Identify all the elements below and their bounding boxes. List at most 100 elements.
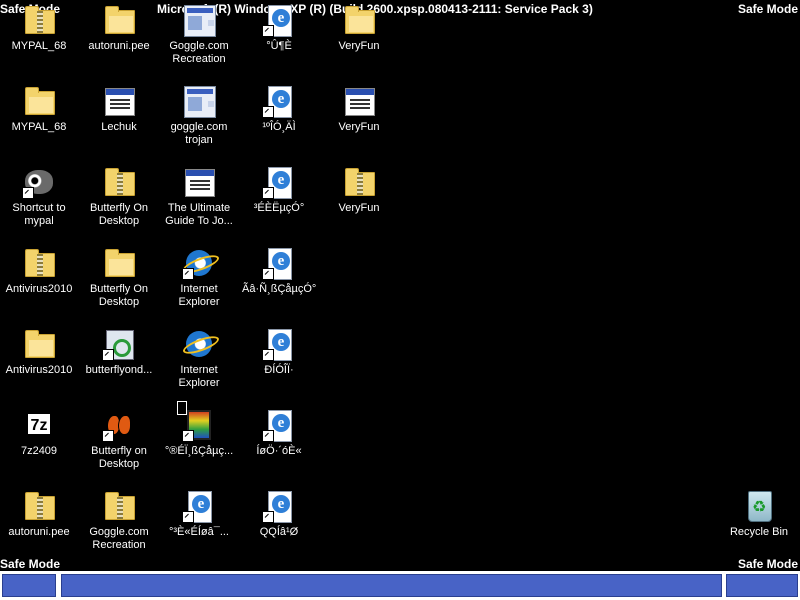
desktop-icon-label: Ãâ·Ñ¸ßÇåµçÓ°: [242, 283, 317, 295]
desktop-icon-shortcut-to-mypal[interactable]: Shortcut to mypal: [0, 164, 78, 242]
desktop-icon-autoruni-pee-zip[interactable]: autoruni.pee: [0, 488, 78, 566]
zip-folder-icon: [23, 490, 55, 522]
internet-explorer-icon: [183, 328, 215, 360]
desktop-icon-label: autoruni.pee: [88, 40, 150, 52]
taskbar-window-area[interactable]: [61, 574, 722, 597]
desktop-icon-label: 7z2409: [20, 445, 58, 457]
desktop-icon-label: Lechuk: [101, 121, 137, 133]
desktop-icon-video-shortcut[interactable]: °®ÉÏ¸ßÇåµç...: [160, 401, 238, 485]
desktop-icon-label: goggle.com trojan: [170, 121, 228, 146]
desktop-icon-html-shortcut-7[interactable]: ÍøÖ·´óÈ«: [240, 407, 318, 485]
html-document-icon: [262, 4, 295, 37]
desktop-icon-label: ÐÍÓÎÏ·: [264, 364, 294, 376]
desktop-icon-goggle-recreation-zip[interactable]: Goggle.com Recreation: [80, 488, 158, 566]
hourglass-icon: [177, 401, 187, 415]
html-document-icon: [262, 409, 295, 442]
zip-folder-icon: [103, 166, 135, 198]
desktop-icon-label: Antivirus2010: [5, 364, 73, 376]
desktop-icon-label: Internet Explorer: [178, 364, 220, 389]
desktop-icon-label: Goggle.com Recreation: [89, 526, 149, 551]
7zip-icon: 7z: [23, 409, 55, 441]
desktop-icon-antivirus2010-folder[interactable]: Antivirus2010: [0, 326, 78, 404]
desktop-icon-label: VeryFun: [338, 202, 380, 214]
desktop-icon-label: Butterfly On Desktop: [89, 202, 149, 227]
desktop-icon-internet-explorer-2[interactable]: Internet Explorer: [160, 326, 238, 404]
zip-folder-icon: [23, 4, 55, 36]
desktop-icon-html-shortcut-1[interactable]: °³È«ÉÍøâ¯...: [160, 488, 238, 566]
desktop-icon-html-shortcut-5[interactable]: Ãâ·Ñ¸ßÇåµçÓ°: [240, 245, 318, 323]
desktop-icon-html-shortcut-2[interactable]: °Û¶È: [240, 2, 318, 80]
desktop-icon-label: VeryFun: [338, 121, 380, 133]
taskbar: [0, 571, 800, 600]
shortcut-arrow-icon: [262, 430, 274, 442]
html-document-icon: [262, 490, 295, 523]
folder-icon: [343, 4, 375, 36]
desktop-icon-mypal-68-folder[interactable]: MYPAL_68: [0, 83, 78, 161]
desktop-icon-html-shortcut-3[interactable]: ¹ºÎÓ¸ÄÌ: [240, 83, 318, 161]
shortcut-arrow-icon: [182, 430, 194, 442]
desktop-icon-veryfun-app[interactable]: VeryFun: [320, 83, 398, 161]
desktop-icon-recycle-bin[interactable]: Recycle Bin: [720, 488, 798, 566]
desktop-icon-html-shortcut-4[interactable]: ³ÉÈËµçÓ°: [240, 164, 318, 242]
desktop-icon-label: °³È«ÉÍøâ¯...: [169, 526, 229, 538]
desktop-icon-label: Goggle.com Recreation: [169, 40, 229, 65]
desktop-icon-butterfly-on-desktop-shortcut[interactable]: Butterfly on Desktop: [80, 407, 158, 485]
desktop-icon-label: Recycle Bin: [729, 526, 789, 538]
desktop-icon-label: Butterfly On Desktop: [89, 283, 149, 308]
webpage-icon: [183, 85, 216, 118]
safe-mode-top-right: Safe Mode: [737, 2, 798, 16]
system-tray[interactable]: [726, 574, 798, 597]
zip-folder-icon: [343, 166, 375, 198]
desktop-icon-butterfly-on-desktop-folder[interactable]: Butterfly On Desktop: [80, 245, 158, 323]
desktop-icon-label: °Û¶È: [266, 40, 292, 52]
zip-folder-icon: [23, 247, 55, 279]
desktop-icon-label: Butterfly on Desktop: [91, 445, 147, 470]
recycle-bin-icon: [743, 490, 775, 522]
shortcut-arrow-icon: [262, 511, 274, 523]
desktop-icon-veryfun-folder[interactable]: VeryFun: [320, 2, 398, 80]
application-window-icon: [343, 85, 375, 117]
desktop-icon-label: The Ultimate Guide To Jo...: [165, 202, 233, 227]
shortcut-arrow-icon: [262, 187, 274, 199]
webpage-icon: [183, 4, 216, 37]
desktop-icon-veryfun-zip[interactable]: VeryFun: [320, 164, 398, 242]
desktop-icon-mypal-68[interactable]: MYPAL_68: [0, 2, 78, 80]
shortcut-arrow-icon: [102, 349, 114, 361]
shortcut-arrow-icon: [262, 268, 274, 280]
desktop-icon-label: Antivirus2010: [5, 283, 73, 295]
desktop-icon-internet-explorer-1[interactable]: Internet Explorer: [160, 245, 238, 323]
shortcut-arrow-icon: [182, 268, 194, 280]
desktop-icon-antivirus2010-zip[interactable]: Antivirus2010: [0, 245, 78, 323]
video-file-icon: [177, 401, 215, 442]
raccoon-icon: [22, 166, 55, 199]
desktop-icon-label: °®ÉÏ¸ßÇåµç...: [164, 445, 234, 457]
application-window-icon: [103, 85, 135, 117]
shortcut-arrow-icon: [22, 187, 34, 199]
application-window-icon: [183, 166, 215, 198]
desktop-icon-goggle-recreation[interactable]: Goggle.com Recreation: [160, 2, 238, 80]
folder-icon: [103, 247, 135, 279]
desktop-icon-label: MYPAL_68: [11, 40, 67, 52]
desktop-icon-html-shortcut-8[interactable]: QQÍâ¹Ø: [240, 488, 318, 566]
internet-explorer-icon: [182, 247, 215, 280]
desktop-icon-7z2409[interactable]: 7z 7z2409: [0, 407, 78, 485]
desktop-icon-ultimate-guide[interactable]: The Ultimate Guide To Jo...: [160, 164, 238, 242]
shortcut-arrow-icon: [262, 25, 274, 37]
desktop-icon-butterflyond-setup[interactable]: butterflyond...: [80, 326, 158, 404]
setup-icon: [102, 328, 135, 361]
desktop-icon-html-shortcut-6[interactable]: ÐÍÓÎÏ·: [240, 326, 318, 404]
folder-icon: [23, 85, 55, 117]
desktop-icon-goggle-trojan[interactable]: goggle.com trojan: [160, 83, 238, 161]
desktop-icon-label: QQÍâ¹Ø: [259, 526, 299, 538]
safe-mode-bottom-left: Safe Mode: [0, 557, 61, 571]
folder-icon: [23, 328, 55, 360]
start-button[interactable]: [2, 574, 56, 597]
desktop-icon-label: autoruni.pee: [8, 526, 70, 538]
desktop-icon-lechuk[interactable]: Lechuk: [80, 83, 158, 161]
desktop-icon-label: ÍøÖ·´óÈ«: [256, 445, 302, 457]
desktop-icon-butterfly-on-desktop-zip[interactable]: Butterfly On Desktop: [80, 164, 158, 242]
desktop-icon-label: MYPAL_68: [11, 121, 67, 133]
zip-folder-icon: [103, 490, 135, 522]
desktop-icon-label: ¹ºÎÓ¸ÄÌ: [262, 121, 296, 133]
desktop-icon-autoruni-pee[interactable]: autoruni.pee: [80, 2, 158, 80]
